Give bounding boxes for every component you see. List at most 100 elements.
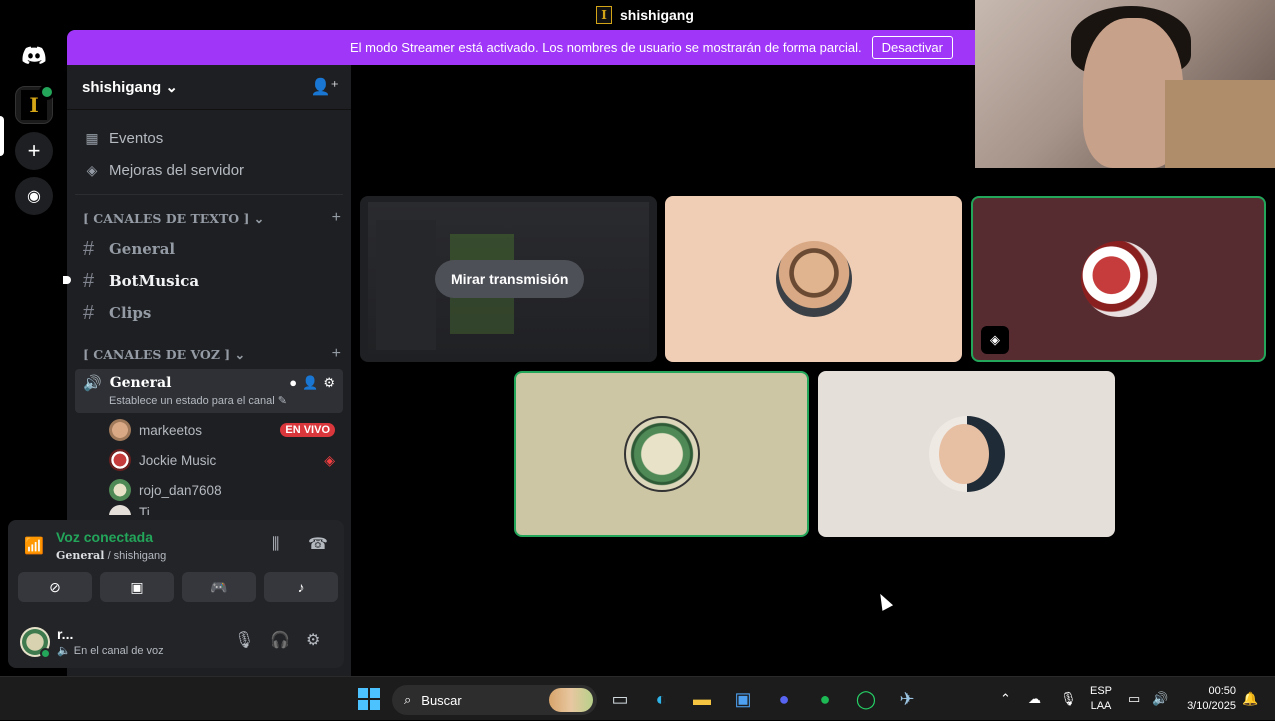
invite-icon[interactable]: 👤	[302, 375, 318, 391]
gear-icon[interactable]: ⚙	[306, 630, 320, 650]
server-header[interactable]: shishigang ⌄ 👤⁺	[67, 65, 351, 110]
camera-off-icon[interactable]: ⊘	[18, 572, 92, 602]
window-title: I shishigang	[596, 6, 694, 24]
channel-botmusica[interactable]: # BotMusica	[63, 265, 351, 297]
spotify-icon[interactable]: ●	[811, 685, 839, 713]
channel-name: BotMusica	[109, 272, 200, 290]
voice-connected-label[interactable]: Voz conectada	[56, 529, 153, 545]
avatar	[109, 479, 131, 501]
streamer-mode-message: El modo Streamer está activado. Los nomb…	[350, 40, 862, 55]
windows-taskbar: ⌕ Buscar ▭ ◐ ▬ ▣ ● ● ◯ ✈ ⌃ ☁ 🎙 ESP LAA ▭…	[0, 676, 1275, 720]
activity-icon: ◈	[324, 451, 335, 468]
show-hidden-icons[interactable]: ⌃	[1000, 677, 1011, 721]
online-status-icon	[40, 648, 51, 659]
search-placeholder: Buscar	[421, 692, 462, 708]
create-text-channel-icon[interactable]: +	[332, 209, 341, 227]
channel-general[interactable]: # General	[67, 233, 351, 265]
webcam-overlay	[975, 0, 1275, 168]
avatar	[775, 241, 852, 317]
search-icon: ⌕	[404, 692, 412, 707]
chat-icon[interactable]: ●	[289, 375, 297, 391]
channel-status-hint[interactable]: Establece un estado para el canal ✎	[109, 394, 335, 407]
taskbar-search[interactable]: ⌕ Buscar	[392, 685, 597, 715]
onedrive-icon[interactable]: ☁	[1028, 677, 1041, 721]
file-manager-icon[interactable]: ▭	[606, 685, 634, 713]
microphone-icon[interactable]: 🎙	[1060, 677, 1077, 721]
voice-member[interactable]: Ti...	[67, 505, 351, 515]
voice-channels-category[interactable]: [ CANALES DE VOZ ] ⌄ +	[67, 339, 351, 369]
edge-icon[interactable]: ◐	[647, 685, 675, 713]
microphone-icon[interactable]: 🎙	[234, 630, 254, 650]
steam-icon[interactable]: ✈	[893, 685, 921, 713]
avatar	[109, 419, 131, 441]
soundboard-icon[interactable]: ♪	[264, 572, 338, 602]
volume-icon[interactable]: 🔊	[1152, 677, 1168, 721]
signal-icon[interactable]: 📶	[24, 536, 44, 556]
participant-tile[interactable]	[818, 371, 1115, 537]
language-indicator[interactable]: ESP LAA	[1088, 684, 1114, 714]
avatar	[1080, 241, 1157, 317]
voice-actions: ⊘ ▣ 🎮 ♪	[18, 572, 338, 602]
disable-streamer-mode-button[interactable]: Desactivar	[871, 36, 953, 59]
gear-icon[interactable]: ⚙	[323, 375, 335, 391]
activity-icon: ◈	[981, 326, 1009, 354]
windows-logo-icon	[358, 688, 380, 710]
voice-channel-name: General	[109, 375, 172, 391]
pencil-icon: ✎	[277, 395, 288, 407]
whatsapp-icon[interactable]: ◯	[852, 685, 880, 713]
voice-category-label: [ CANALES DE VOZ ]	[83, 346, 231, 362]
discord-icon[interactable]: ●	[770, 685, 798, 713]
voice-active-badge	[39, 84, 55, 100]
screen-share-icon[interactable]: ▣	[100, 572, 174, 602]
channel-name: Clips	[109, 304, 152, 322]
discord-home-icon[interactable]	[15, 36, 53, 74]
member-name: Jockie Music	[139, 452, 217, 468]
member-name: markeetos	[139, 422, 203, 438]
events-label: Eventos	[109, 129, 164, 147]
divider	[75, 194, 343, 195]
hash-icon: #	[83, 237, 95, 260]
stream-tile[interactable]: Mirar transmisión	[360, 196, 657, 362]
network-icon[interactable]: ▭	[1128, 677, 1140, 721]
voice-member[interactable]: markeetos EN VIVO	[67, 415, 351, 445]
search-highlight-image	[549, 688, 593, 712]
voice-member[interactable]: rojo_dan7608	[67, 475, 351, 505]
invite-people-icon[interactable]: 👤⁺	[311, 77, 339, 97]
voice-channel-general[interactable]: 🔊 General ● 👤 ⚙ Establece un estado para…	[75, 369, 343, 413]
calendar-icon: ▦	[85, 129, 99, 146]
headphones-icon[interactable]: 🎧	[270, 630, 290, 650]
server-shishigang-icon[interactable]: I	[15, 84, 55, 124]
voice-panel: 📶 Voz conectada General / shishigang ⫼ ☎…	[8, 520, 344, 668]
add-server-icon[interactable]: +	[15, 132, 53, 170]
streamer-mode-banner: El modo Streamer está activado. Los nomb…	[67, 30, 975, 65]
folder-icon[interactable]: ▬	[688, 685, 716, 713]
clock[interactable]: 00:50 3/10/2025	[1180, 684, 1236, 714]
text-channels-category[interactable]: [ CANALES DE TEXTO ] ⌄ +	[67, 203, 351, 233]
speaker-icon: 🔊	[83, 375, 102, 392]
discord-window: I shishigang I + ◉ El modo Streamer está…	[0, 0, 1275, 676]
channel-clips[interactable]: # Clips	[67, 297, 351, 329]
member-name: Ti...	[139, 505, 161, 515]
boost-icon: ◈	[86, 161, 98, 178]
participant-tile[interactable]	[514, 371, 809, 537]
participant-tile[interactable]	[665, 196, 962, 362]
notifications-icon[interactable]: 🔔	[1242, 677, 1258, 721]
participant-tile[interactable]: ◈	[971, 196, 1266, 362]
server-boost-link[interactable]: ◈ Mejoras del servidor	[67, 154, 351, 186]
activity-icon[interactable]: 🎮	[182, 572, 256, 602]
text-category-label: [ CANALES DE TEXTO ]	[83, 210, 250, 226]
speaker-icon: 🔈	[57, 645, 71, 657]
user-status: 🔈 En el canal de voz	[57, 645, 164, 657]
store-icon[interactable]: ▣	[729, 685, 757, 713]
create-voice-channel-icon[interactable]: +	[332, 345, 341, 363]
chevron-down-icon: ⌄	[234, 346, 246, 362]
watch-stream-button[interactable]: Mirar transmisión	[435, 260, 585, 298]
noise-suppression-icon[interactable]: ⫼	[272, 536, 279, 554]
voice-member[interactable]: Jockie Music ◈	[67, 445, 351, 475]
disconnect-icon[interactable]: ☎	[308, 534, 328, 554]
username[interactable]: r...	[57, 626, 73, 642]
events-link[interactable]: ▦ Eventos	[67, 122, 351, 154]
explore-icon[interactable]: ◉	[15, 177, 53, 215]
chevron-down-icon: ⌄	[253, 210, 265, 226]
start-button[interactable]	[355, 685, 383, 713]
